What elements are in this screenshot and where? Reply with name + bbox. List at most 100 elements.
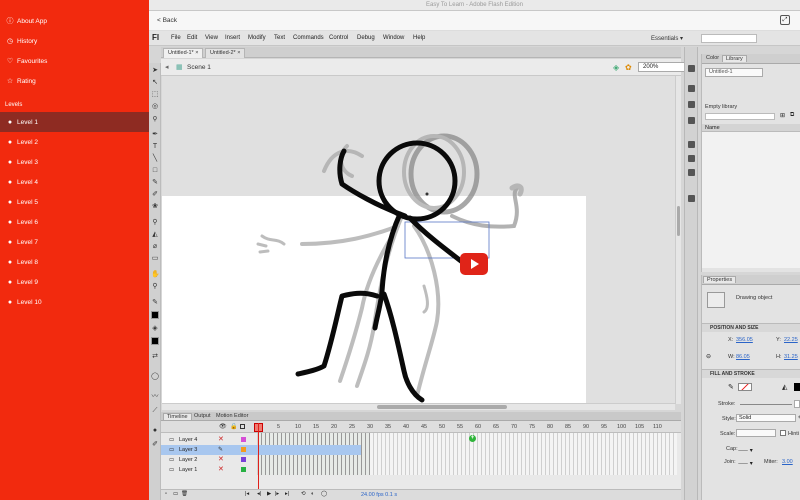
vertical-scroll-thumb[interactable] bbox=[677, 206, 680, 236]
straighten-icon[interactable]: ⟋ bbox=[151, 407, 159, 415]
pencil-tool-icon[interactable]: ✎ bbox=[151, 179, 159, 187]
fill-color-swatch[interactable] bbox=[151, 337, 159, 345]
stick-figure-drawing[interactable] bbox=[162, 76, 675, 404]
hand-tool-icon[interactable]: ✋ bbox=[151, 271, 160, 279]
onion-skin-icon[interactable]: ◐ bbox=[311, 491, 314, 497]
sidebar-item-level-1[interactable]: ● Level 1 bbox=[0, 112, 149, 132]
stroke-color-swatch[interactable] bbox=[738, 383, 752, 391]
history-panel-icon[interactable] bbox=[688, 195, 695, 202]
hide-layer-icon[interactable]: ✕ bbox=[218, 435, 224, 445]
snap-icon[interactable]: ◯ bbox=[151, 373, 159, 381]
layer-row-1[interactable]: ▭ Layer 1 ✕ bbox=[161, 465, 361, 475]
fill-color-icon[interactable]: ◈ bbox=[151, 325, 159, 333]
layer-color-swatch[interactable] bbox=[241, 457, 246, 462]
delete-layer-icon[interactable]: 🗑 bbox=[181, 491, 188, 497]
layer-row-3[interactable]: ▭ Layer 3 ✎ bbox=[161, 445, 361, 455]
new-library-panel-icon[interactable]: ⧉ bbox=[790, 112, 794, 119]
library-name-column[interactable]: Name bbox=[702, 124, 800, 132]
miter-value[interactable]: 3.00 bbox=[782, 459, 793, 465]
pasteboard[interactable] bbox=[162, 76, 675, 404]
doc-tab-untitled-1[interactable]: Untitled-1* × bbox=[163, 48, 204, 58]
fullscreen-icon[interactable]: ⤢ bbox=[780, 15, 790, 25]
step-back-icon[interactable]: ◂| bbox=[257, 491, 261, 497]
arrow-left-icon[interactable]: ◂ bbox=[165, 63, 169, 71]
lock-icon[interactable]: 🔒 bbox=[230, 423, 237, 430]
object-drawing-icon[interactable]: ● bbox=[151, 427, 159, 435]
stroke-width-input[interactable] bbox=[794, 400, 800, 408]
stroke-color-swatch[interactable] bbox=[151, 311, 159, 319]
library-search-input[interactable] bbox=[705, 113, 775, 120]
sidebar-item-level-10[interactable]: ● Level 10 bbox=[0, 292, 149, 312]
smooth-icon[interactable]: 〰 bbox=[151, 393, 159, 401]
add-frame-icon[interactable]: + bbox=[469, 435, 476, 442]
brush-size-icon[interactable]: ✐ bbox=[151, 441, 159, 449]
deco-tool-icon[interactable]: ❀ bbox=[151, 203, 159, 211]
sidebar-item-favourites[interactable]: ♡ Favourites bbox=[0, 51, 149, 71]
tab-properties[interactable]: Properties bbox=[703, 276, 737, 283]
zoom-select[interactable]: 200% bbox=[638, 62, 690, 72]
layer-color-swatch[interactable] bbox=[241, 467, 246, 472]
text-tool-icon[interactable]: T bbox=[151, 143, 159, 151]
menu-text[interactable]: Text bbox=[274, 35, 285, 41]
swatches-panel-icon[interactable] bbox=[688, 85, 695, 92]
h-value[interactable]: 31.25 bbox=[784, 354, 798, 360]
hide-layer-icon[interactable]: ✕ bbox=[218, 455, 224, 465]
transform-panel-icon[interactable] bbox=[688, 117, 695, 124]
hide-layer-icon[interactable]: ✕ bbox=[218, 465, 224, 475]
menu-edit[interactable]: Edit bbox=[187, 35, 197, 41]
lasso-tool-icon[interactable]: ϙ bbox=[151, 115, 159, 123]
align-panel-icon[interactable] bbox=[688, 101, 695, 108]
fill-color-swatch[interactable] bbox=[794, 383, 800, 391]
layer-row-2[interactable]: ▭ Layer 2 ✕ bbox=[161, 455, 361, 465]
join-select[interactable]: ⸺ ▾ bbox=[738, 458, 753, 467]
stage-vertical-scrollbar[interactable] bbox=[675, 76, 681, 404]
subselection-tool-icon[interactable]: ↖ bbox=[151, 79, 159, 87]
pen-tool-icon[interactable]: ✒ bbox=[151, 131, 159, 139]
menu-help[interactable]: Help bbox=[413, 35, 425, 41]
x-value[interactable]: 356.05 bbox=[736, 337, 753, 343]
loop-icon[interactable]: ⟲ bbox=[301, 491, 306, 497]
sidebar-item-level-8[interactable]: ● Level 8 bbox=[0, 252, 149, 272]
go-last-frame-icon[interactable]: ▸| bbox=[285, 491, 289, 497]
motion-presets-icon[interactable] bbox=[688, 169, 695, 176]
stroke-style-select[interactable]: Solid bbox=[736, 414, 796, 422]
new-folder-icon[interactable]: ▭ bbox=[173, 491, 178, 497]
stage-horizontal-scrollbar[interactable] bbox=[162, 403, 675, 410]
line-tool-icon[interactable]: ╲ bbox=[151, 155, 159, 163]
frame-rate-readout[interactable]: 24.00 fps 0.1 s bbox=[361, 492, 397, 498]
sidebar-item-history[interactable]: ◷ History bbox=[0, 31, 149, 51]
stroke-scale-select[interactable] bbox=[736, 429, 776, 437]
sidebar-item-level-5[interactable]: ● Level 5 bbox=[0, 192, 149, 212]
menu-view[interactable]: View bbox=[205, 35, 218, 41]
swap-colors-icon[interactable]: ⇄ bbox=[151, 353, 159, 361]
back-button[interactable]: < Back bbox=[157, 17, 177, 24]
tab-color[interactable]: Color bbox=[703, 55, 722, 61]
link-icon[interactable]: ⊖ bbox=[706, 353, 711, 360]
layer-color-swatch[interactable] bbox=[241, 437, 246, 442]
eyedropper-tool-icon[interactable]: ⌀ bbox=[151, 243, 159, 251]
sidebar-item-level-7[interactable]: ● Level 7 bbox=[0, 232, 149, 252]
paint-bucket-tool-icon[interactable]: ◭ bbox=[151, 231, 159, 239]
eraser-tool-icon[interactable]: ▭ bbox=[151, 255, 159, 263]
menu-debug[interactable]: Debug bbox=[357, 35, 375, 41]
components-icon[interactable] bbox=[688, 155, 695, 162]
play-icon[interactable]: ▶ bbox=[267, 491, 271, 497]
onion-skin-outline-icon[interactable]: ◯ bbox=[321, 491, 327, 497]
stroke-color-icon[interactable]: ✎ bbox=[151, 299, 159, 307]
menu-modify[interactable]: Modify bbox=[248, 35, 266, 41]
sidebar-item-level-4[interactable]: ● Level 4 bbox=[0, 172, 149, 192]
library-document-select[interactable]: Untitled-1 bbox=[705, 68, 763, 77]
selection-tool-icon[interactable]: ➤ bbox=[151, 67, 159, 75]
library-item-list[interactable] bbox=[702, 132, 800, 268]
free-transform-tool-icon[interactable]: ⬚ bbox=[151, 91, 159, 99]
sidebar-item-rating[interactable]: ☆ Rating bbox=[0, 71, 149, 91]
tab-timeline[interactable]: Timeline bbox=[163, 413, 192, 420]
pin-icon[interactable]: ⊞ bbox=[780, 112, 785, 119]
color-panel-icon[interactable] bbox=[688, 65, 695, 72]
bone-tool-icon[interactable]: ⚲ bbox=[151, 219, 159, 227]
menu-commands[interactable]: Commands bbox=[293, 35, 324, 41]
w-value[interactable]: 86.05 bbox=[736, 354, 750, 360]
hinting-checkbox[interactable] bbox=[780, 430, 786, 436]
sidebar-item-level-9[interactable]: ● Level 9 bbox=[0, 272, 149, 292]
doc-tab-untitled-2[interactable]: Untitled-2* × bbox=[205, 48, 246, 58]
